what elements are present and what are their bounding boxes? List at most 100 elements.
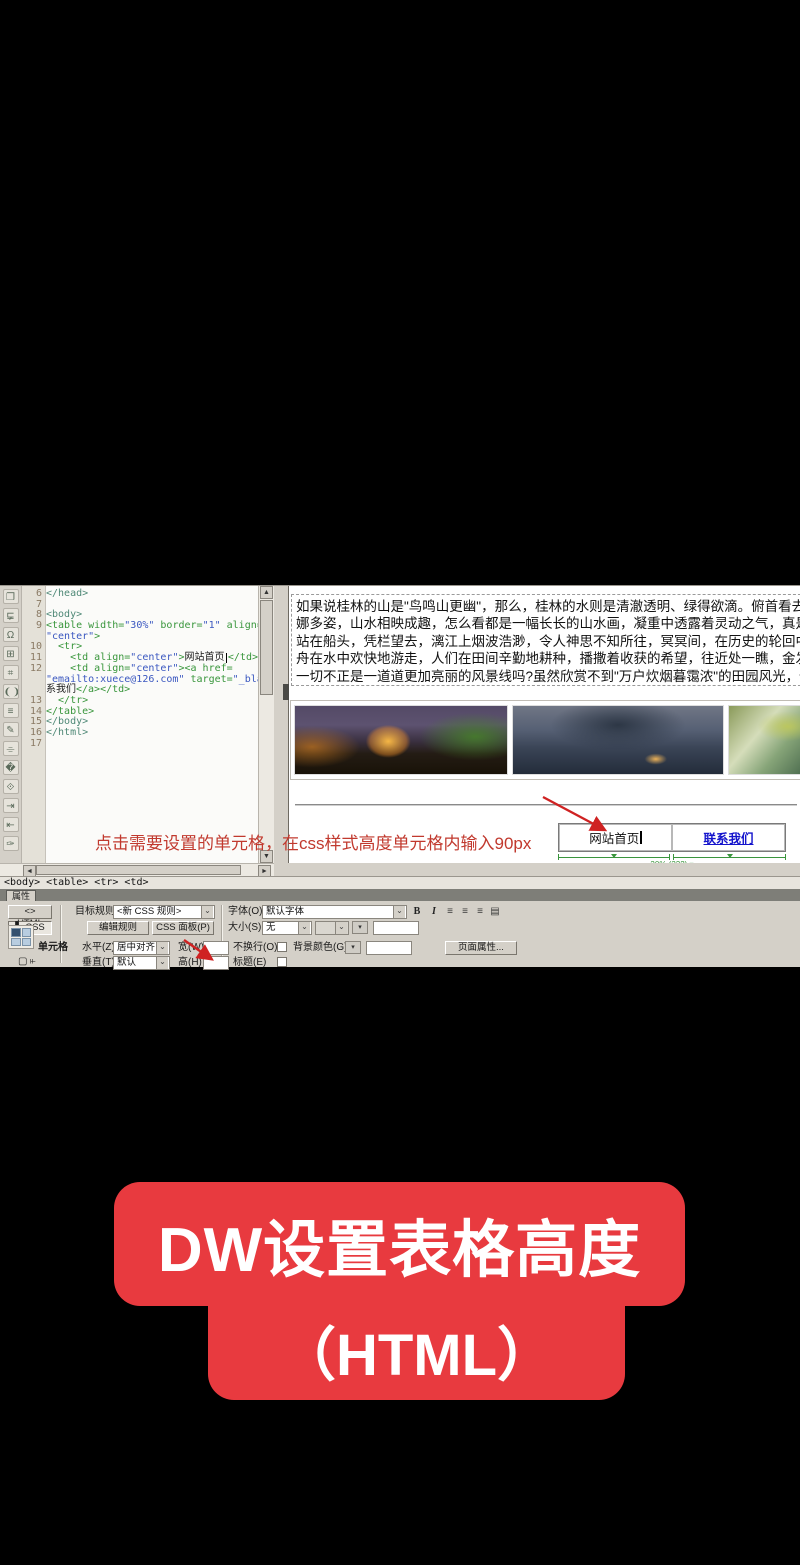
code-segment: </html> <box>46 728 88 739</box>
code-line[interactable]: 16</html> <box>22 728 258 739</box>
text-color-picker[interactable]: ▾ <box>352 921 368 934</box>
code-segment: align= <box>221 621 263 632</box>
bg-color-input[interactable] <box>366 941 412 955</box>
css-panel-button[interactable]: CSS 面板(P) <box>152 921 214 935</box>
dreamweaver-window: ❐ ⋤ Ω ⊞ ⌗ ❨❩ ≡ ✎ ⌯ �厂 ⟐ ⇥ ⇤ ✑ 6</head>78<body>9<table… <box>0 585 800 966</box>
nav-contact-link[interactable]: 联系我们 <box>703 828 753 847</box>
edit-rule-button[interactable]: 编辑规则 <box>87 921 149 935</box>
scroll-up-icon[interactable]: ▲ <box>260 586 273 599</box>
target-rule-label: 目标规则 <box>75 906 115 918</box>
line-number <box>22 675 46 686</box>
horizontal-align-label: 水平(Z) <box>82 942 115 954</box>
font-dropdown[interactable]: 默认字体 <box>262 905 407 919</box>
page-properties-button[interactable]: 页面属性... <box>445 941 517 955</box>
nav-table[interactable]: 网站首页 联系我们 <box>558 823 786 852</box>
code-segment: target= <box>184 675 232 686</box>
design-text-line: 娜多姿，山水相映成趣，怎么看都是一幅长长的山水画，凝重中透露着灵动之气，真是"舟… <box>296 615 800 632</box>
design-text-line: 如果说桂林的山是"鸟鸣山更幽"，那么，桂林的水则是清澈透明、绿得欲滴。俯首看去，… <box>296 598 800 615</box>
line-number: 17 <box>22 739 46 750</box>
cell-width-label: 宽(W) <box>178 942 204 954</box>
bg-color-picker[interactable]: ▾ <box>345 941 361 954</box>
design-view[interactable]: 如果说桂林的山是"鸟鸣山更幽"，那么，桂林的水则是清澈透明、绿得欲滴。俯首看去，… <box>289 586 800 863</box>
html-mode-button[interactable]: <> HTML <box>8 905 52 919</box>
karst-mountains-river-photo[interactable] <box>512 705 724 775</box>
line-number: 12 <box>22 664 46 675</box>
expand-all-icon[interactable]: ⊞ <box>3 646 19 661</box>
code-segment: border= <box>154 621 202 632</box>
screenshot-root: ❐ ⋤ Ω ⊞ ⌗ ❨❩ ≡ ✎ ⌯ �厂 ⟐ ⇥ ⇤ ✑ 6</head>78<body>9<table… <box>0 0 800 1565</box>
highlight-invalid-code-icon[interactable]: ✎ <box>3 722 19 737</box>
nowrap-label: 不换行(O) <box>233 942 277 954</box>
format-source-code-icon[interactable]: ✑ <box>3 836 19 851</box>
text-color-input[interactable] <box>373 921 419 935</box>
tab-properties[interactable]: 属性 <box>6 890 36 901</box>
cell-icon <box>8 925 34 949</box>
line-numbers-icon[interactable]: ≡ <box>3 703 19 718</box>
table-width-indicator[interactable]: 30% (322) ▾ <box>558 854 786 863</box>
code-segment: "30%" <box>124 621 154 632</box>
code-vertical-scrollbar[interactable]: ▲ ▼ <box>258 586 274 863</box>
balance-braces-icon[interactable]: ❨❩ <box>3 684 19 699</box>
tutorial-annotation-text: 点击需要设置的单元格，在css样式高度单元格内输入90px <box>95 829 531 854</box>
cell-height-input[interactable] <box>203 956 229 970</box>
wrap-tag-icon[interactable]: ⟐ <box>3 779 19 794</box>
select-parent-tag-icon[interactable]: ⌗ <box>3 665 19 680</box>
header-checkbox[interactable] <box>277 957 287 967</box>
code-line[interactable]: 17 <box>22 739 258 750</box>
nav-cell-home[interactable]: 网站首页 <box>559 824 672 851</box>
table-width-label[interactable]: 30% (322) ▾ <box>648 860 695 863</box>
code-line[interactable]: 6</head> <box>22 589 258 600</box>
apply-comment-icon[interactable]: ⌯ <box>3 741 19 756</box>
coding-toolbar: ❐ ⋤ Ω ⊞ ⌗ ❨❩ ≡ ✎ ⌯ �厂 ⟐ ⇥ ⇤ ✑ <box>0 586 22 863</box>
size-unit-dropdown[interactable] <box>315 921 349 935</box>
divider <box>60 905 62 963</box>
outdent-code-icon[interactable]: ⇤ <box>3 817 19 832</box>
align-justify-icon[interactable]: ▤ <box>488 905 502 918</box>
nav-home-label: 网站首页 <box>589 828 639 847</box>
horizontal-align-dropdown[interactable]: 居中对齐 <box>113 941 170 955</box>
code-segment: </tr> <box>46 696 88 707</box>
tag-selector-path[interactable]: <body> <table> <tr> <td> <box>4 877 149 888</box>
open-documents-icon[interactable]: ❐ <box>3 589 19 604</box>
line-number: 9 <box>22 621 46 632</box>
size-dropdown[interactable]: 无 <box>262 921 312 935</box>
pane-splitter[interactable] <box>274 586 289 863</box>
remove-comment-icon[interactable]: �厂 <box>3 760 19 775</box>
banner-title-line2: （HTML） <box>278 1308 555 1392</box>
nav-cell-contact[interactable]: 联系我们 <box>672 824 785 851</box>
collapse-selection-icon[interactable]: Ω <box>3 627 19 642</box>
cell-width-input[interactable] <box>203 941 229 955</box>
design-paragraph-block[interactable]: 如果说桂林的山是"鸟鸣山更幽"，那么，桂林的水则是清澈透明、绿得欲滴。俯首看去，… <box>291 594 800 686</box>
bold-button[interactable]: B <box>410 905 424 918</box>
code-segment: "1" <box>203 621 221 632</box>
code-segment: > <box>94 632 100 643</box>
design-text-line: 站在船头，凭栏望去，漓江上烟波浩渺，令人神思不知所往，冥冥间，在历史的轮回中，我… <box>296 633 800 650</box>
code-view[interactable]: 6</head>78<body>9<table width="30%" bord… <box>22 589 258 861</box>
horizontal-scroll-thumb[interactable] <box>36 865 241 875</box>
split-cell-icon[interactable]: ⫦ <box>30 956 36 968</box>
night-lake-pagoda-photo[interactable] <box>294 705 508 775</box>
collapse-full-tag-icon[interactable]: ⋤ <box>3 608 19 623</box>
align-left-icon[interactable]: ≡ <box>443 905 457 918</box>
italic-button[interactable]: I <box>427 905 441 918</box>
indent-code-icon[interactable]: ⇥ <box>3 798 19 813</box>
vertical-scroll-thumb[interactable] <box>260 600 273 695</box>
align-right-icon[interactable]: ≡ <box>473 905 487 918</box>
code-line[interactable]: 13 </tr> <box>22 696 258 707</box>
code-horizontal-scrollbar[interactable]: ◄ ► <box>0 863 274 876</box>
line-number: 8 <box>22 610 46 621</box>
vertical-align-label: 垂直(T) <box>82 957 115 969</box>
tag-selector-bar[interactable]: <body> <table> <tr> <td> <box>0 876 800 889</box>
align-center-icon[interactable]: ≡ <box>458 905 472 918</box>
banner-title-line1: DW设置表格高度 <box>158 1199 641 1289</box>
code-segment: ><a href= <box>178 664 232 675</box>
target-rule-dropdown[interactable]: <新 CSS 规则> <box>113 905 215 919</box>
font-label: 字体(O) <box>228 906 262 918</box>
code-line[interactable]: 12 <td align="center"><a href= <box>22 664 258 675</box>
title-banner-top: DW设置表格高度 <box>114 1182 685 1306</box>
merge-cells-icon[interactable]: ▢ <box>18 956 27 968</box>
nowrap-checkbox[interactable] <box>277 942 287 952</box>
bg-color-label: 背景颜色(G) <box>293 942 347 954</box>
vertical-align-dropdown[interactable]: 默认 <box>113 956 170 970</box>
green-river-photo[interactable] <box>728 705 800 775</box>
